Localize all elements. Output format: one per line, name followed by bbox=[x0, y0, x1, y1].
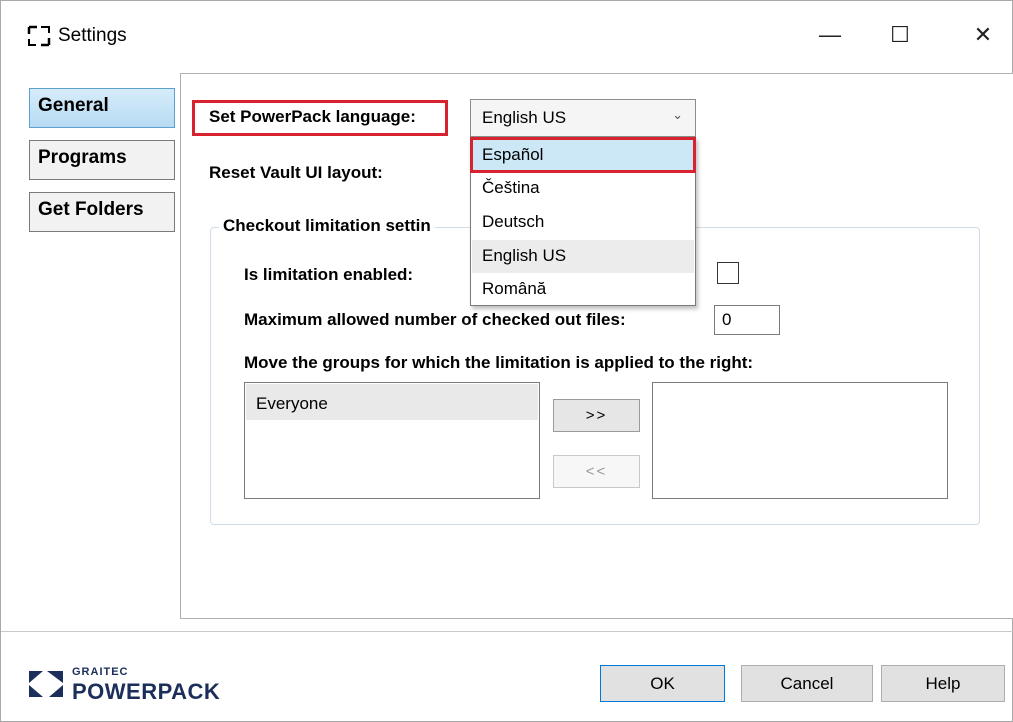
nav-general-label: General bbox=[38, 95, 109, 116]
brand-product: POWERPACK bbox=[72, 679, 221, 704]
limitation-enabled-label: Is limitation enabled: bbox=[244, 265, 414, 284]
nav-general[interactable]: General bbox=[29, 88, 175, 128]
nav-get-folders[interactable]: Get Folders bbox=[29, 192, 175, 232]
max-files-label: Maximum allowed number of checked out fi… bbox=[244, 310, 626, 329]
footer-divider bbox=[1, 631, 1013, 632]
nav-get-folders-label: Get Folders bbox=[38, 199, 144, 220]
available-groups-list[interactable]: Everyone bbox=[244, 382, 540, 499]
checkout-group-title: Checkout limitation settin bbox=[219, 216, 435, 236]
brand-company: GRAITEC bbox=[72, 666, 129, 678]
minimize-icon: — bbox=[819, 22, 841, 47]
applied-groups-list[interactable] bbox=[652, 382, 948, 499]
language-option-romana[interactable]: Română bbox=[472, 273, 694, 306]
nav-programs[interactable]: Programs bbox=[29, 140, 175, 180]
list-item[interactable]: Everyone bbox=[246, 384, 538, 420]
settings-window: Settings — ☐ ✕ General Programs Get Fold… bbox=[0, 0, 1013, 722]
cancel-button[interactable]: Cancel bbox=[741, 665, 873, 702]
chevron-down-icon: ⌄ bbox=[672, 107, 683, 122]
maximize-icon: ☐ bbox=[890, 22, 910, 47]
language-option-english-us[interactable]: English US bbox=[472, 240, 694, 273]
window-title: Settings bbox=[58, 25, 127, 46]
close-button[interactable]: ✕ bbox=[957, 15, 1009, 55]
espanol-option-highlight bbox=[470, 137, 696, 173]
language-option-deutsch[interactable]: Deutsch bbox=[472, 206, 694, 239]
language-select-value: English US bbox=[482, 108, 567, 127]
language-label: Set PowerPack language: bbox=[209, 107, 416, 126]
language-option-cestina[interactable]: Čeština bbox=[472, 172, 694, 205]
language-select[interactable]: English US ⌄ bbox=[470, 99, 696, 137]
move-left-button[interactable]: << bbox=[553, 455, 640, 488]
reset-layout-label: Reset Vault UI layout: bbox=[209, 163, 383, 182]
close-icon: ✕ bbox=[973, 22, 993, 47]
maximize-button[interactable]: ☐ bbox=[874, 15, 926, 55]
max-files-input[interactable]: 0 bbox=[714, 305, 780, 335]
ok-button[interactable]: OK bbox=[600, 665, 725, 702]
nav-programs-label: Programs bbox=[38, 147, 127, 168]
limitation-enabled-checkbox[interactable] bbox=[717, 262, 739, 284]
help-button[interactable]: Help bbox=[881, 665, 1005, 702]
app-logo-icon bbox=[27, 25, 51, 47]
minimize-button[interactable]: — bbox=[804, 15, 856, 55]
graitec-logo-icon bbox=[29, 671, 63, 697]
move-right-button[interactable]: >> bbox=[553, 399, 640, 432]
move-groups-label: Move the groups for which the limitation… bbox=[244, 353, 754, 372]
